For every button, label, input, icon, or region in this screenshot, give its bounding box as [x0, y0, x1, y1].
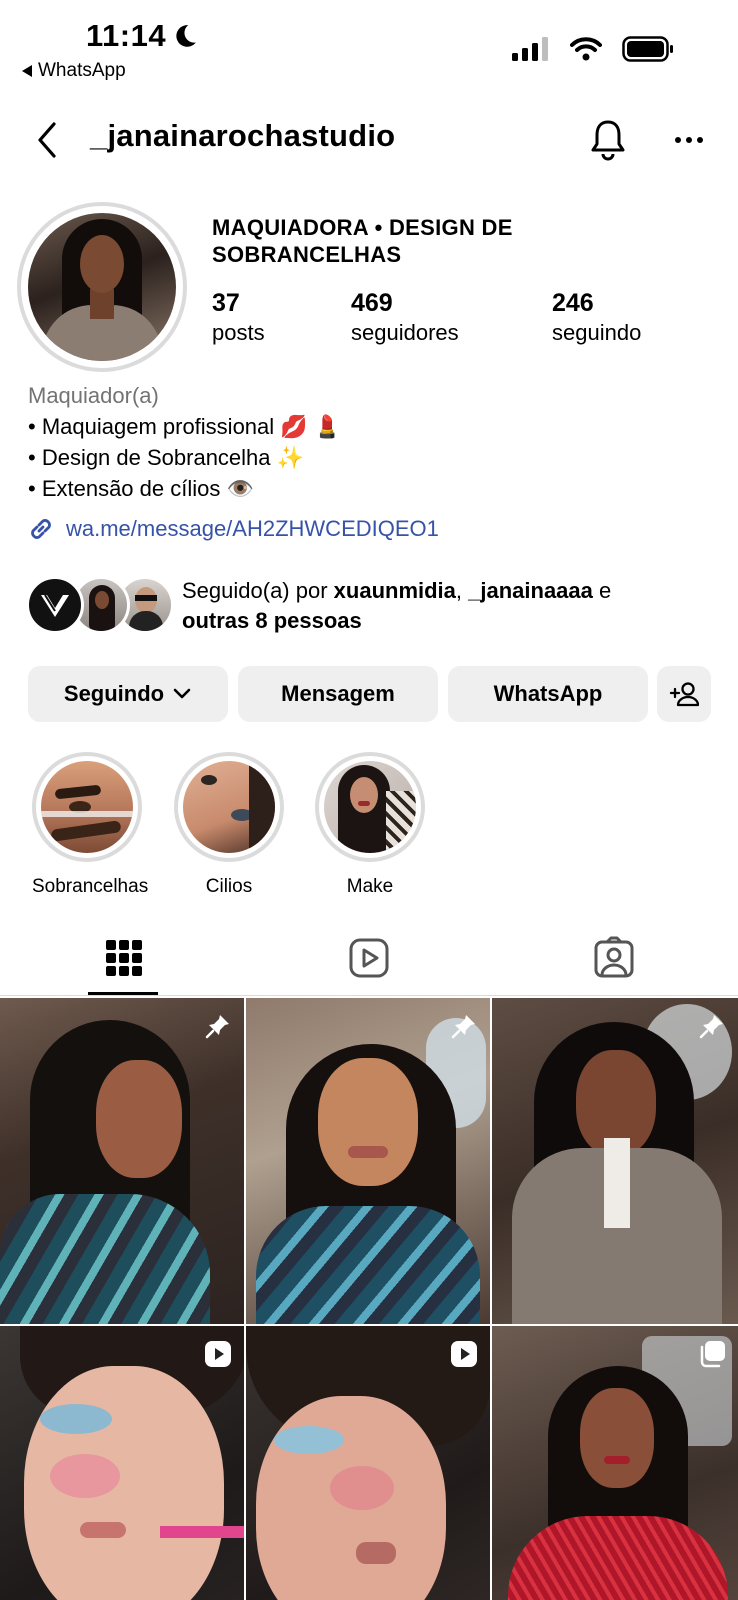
- clock-text: 11:14: [86, 18, 167, 53]
- post-thumbnail[interactable]: [0, 1326, 244, 1600]
- chevron-down-icon: [173, 688, 191, 699]
- follower-avatar: [26, 576, 84, 634]
- reel-icon: [205, 1341, 231, 1367]
- bio-link[interactable]: wa.me/message/AH2ZHWCEDIQEO1: [26, 514, 439, 544]
- highlight-cilios[interactable]: Cilios: [174, 752, 284, 898]
- profile-category-title: MAQUIADORA • DESIGN DE SOBRANCELHAS: [212, 215, 513, 267]
- profile-username: _janainarochastudio: [90, 118, 396, 153]
- highlight-label: Make: [346, 876, 394, 897]
- profile-tabs: [0, 922, 738, 996]
- notification-bell-icon[interactable]: [588, 118, 628, 162]
- stat-followers[interactable]: 469 seguidores: [351, 288, 459, 348]
- battery-icon: [622, 36, 673, 62]
- post-thumbnail[interactable]: [0, 998, 244, 1324]
- whatsapp-label: WhatsApp: [493, 681, 603, 706]
- post-thumbnail[interactable]: [492, 1326, 738, 1600]
- followed-prefix: Seguido(a) por: [182, 578, 334, 603]
- followed-by-avatars[interactable]: [26, 576, 174, 634]
- reels-tab-icon[interactable]: [347, 936, 391, 980]
- stat-value: 37: [212, 289, 240, 317]
- highlight-cover: [41, 761, 133, 853]
- whatsapp-button[interactable]: WhatsApp: [448, 666, 648, 722]
- tagged-tab-icon[interactable]: [592, 936, 636, 980]
- carousel-icon: [700, 1341, 725, 1368]
- post-thumbnail[interactable]: [246, 998, 490, 1324]
- active-tab-indicator: [88, 992, 158, 995]
- status-time: 11:14: [86, 18, 198, 54]
- highlight-make[interactable]: Make: [315, 752, 425, 898]
- highlight-label: Cilios: [205, 876, 253, 897]
- add-user-icon: [669, 682, 699, 707]
- suggest-user-button[interactable]: [657, 666, 711, 722]
- profile-avatar-ring[interactable]: [17, 202, 187, 372]
- following-button[interactable]: Seguindo: [28, 666, 228, 722]
- message-label: Mensagem: [281, 681, 395, 706]
- posts-grid: [0, 998, 738, 1600]
- highlight-sobrancelhas[interactable]: Sobrancelhas: [32, 752, 149, 898]
- reel-icon: [451, 1341, 477, 1367]
- stat-following[interactable]: 246 seguindo: [552, 288, 641, 348]
- stat-label: posts: [212, 320, 265, 345]
- highlight-ring: [315, 752, 425, 862]
- post-thumbnail[interactable]: [246, 1326, 490, 1600]
- following-label: Seguindo: [63, 681, 165, 706]
- highlight-cover: [183, 761, 275, 853]
- followed-others[interactable]: outras 8 pessoas: [182, 608, 362, 633]
- pin-icon: [699, 1015, 723, 1039]
- pin-icon: [451, 1015, 475, 1039]
- stat-label: seguidores: [351, 320, 459, 345]
- followed-by-text[interactable]: Seguido(a) por xuaunmidia, _janainaaaa e…: [182, 576, 682, 636]
- followed-conjunction: e: [592, 578, 612, 603]
- stat-value: 469: [351, 289, 393, 317]
- highlight-cover: [324, 761, 416, 853]
- follower-username[interactable]: _janainaaaa: [468, 578, 593, 603]
- grid-tab-icon[interactable]: [102, 936, 146, 980]
- moon-icon: [176, 25, 196, 47]
- pin-icon: [205, 1015, 229, 1039]
- back-app-label: WhatsApp: [38, 60, 126, 81]
- stat-label: seguindo: [552, 320, 642, 345]
- status-bar: 11:14 WhatsApp: [0, 0, 738, 92]
- stat-value: 246: [552, 289, 594, 317]
- highlight-ring: [32, 752, 142, 862]
- profile-bio: Maquiador(a) • Maquiagem profissional 💋 …: [28, 380, 341, 504]
- system-icons: [512, 36, 674, 62]
- bio-line: • Extensão de cílios 👁️: [28, 476, 254, 501]
- bio-category: Maquiador(a): [28, 383, 159, 408]
- followed-separator: ,: [455, 578, 469, 603]
- more-options-icon[interactable]: [674, 130, 704, 150]
- link-icon: [31, 519, 51, 539]
- follower-username[interactable]: xuaunmidia: [334, 578, 456, 603]
- wifi-icon: [570, 37, 602, 61]
- bio-line: • Design de Sobrancelha ✨: [28, 445, 305, 470]
- back-to-app-link[interactable]: WhatsApp: [22, 60, 126, 82]
- bio-link-text: wa.me/message/AH2ZHWCEDIQEO1: [66, 516, 439, 541]
- profile-header: _janainarochastudio: [0, 108, 738, 170]
- message-button[interactable]: Mensagem: [238, 666, 438, 722]
- post-thumbnail[interactable]: [492, 998, 738, 1324]
- back-arrow-icon[interactable]: [32, 120, 62, 160]
- profile-avatar: [28, 213, 176, 361]
- bio-line: • Maquiagem profissional 💋 💄: [28, 414, 342, 439]
- highlight-label: Sobrancelhas: [32, 876, 149, 897]
- stat-posts[interactable]: 37 posts: [212, 288, 265, 348]
- highlight-ring: [174, 752, 284, 862]
- back-triangle-icon: [22, 65, 32, 77]
- signal-icon: [512, 37, 548, 61]
